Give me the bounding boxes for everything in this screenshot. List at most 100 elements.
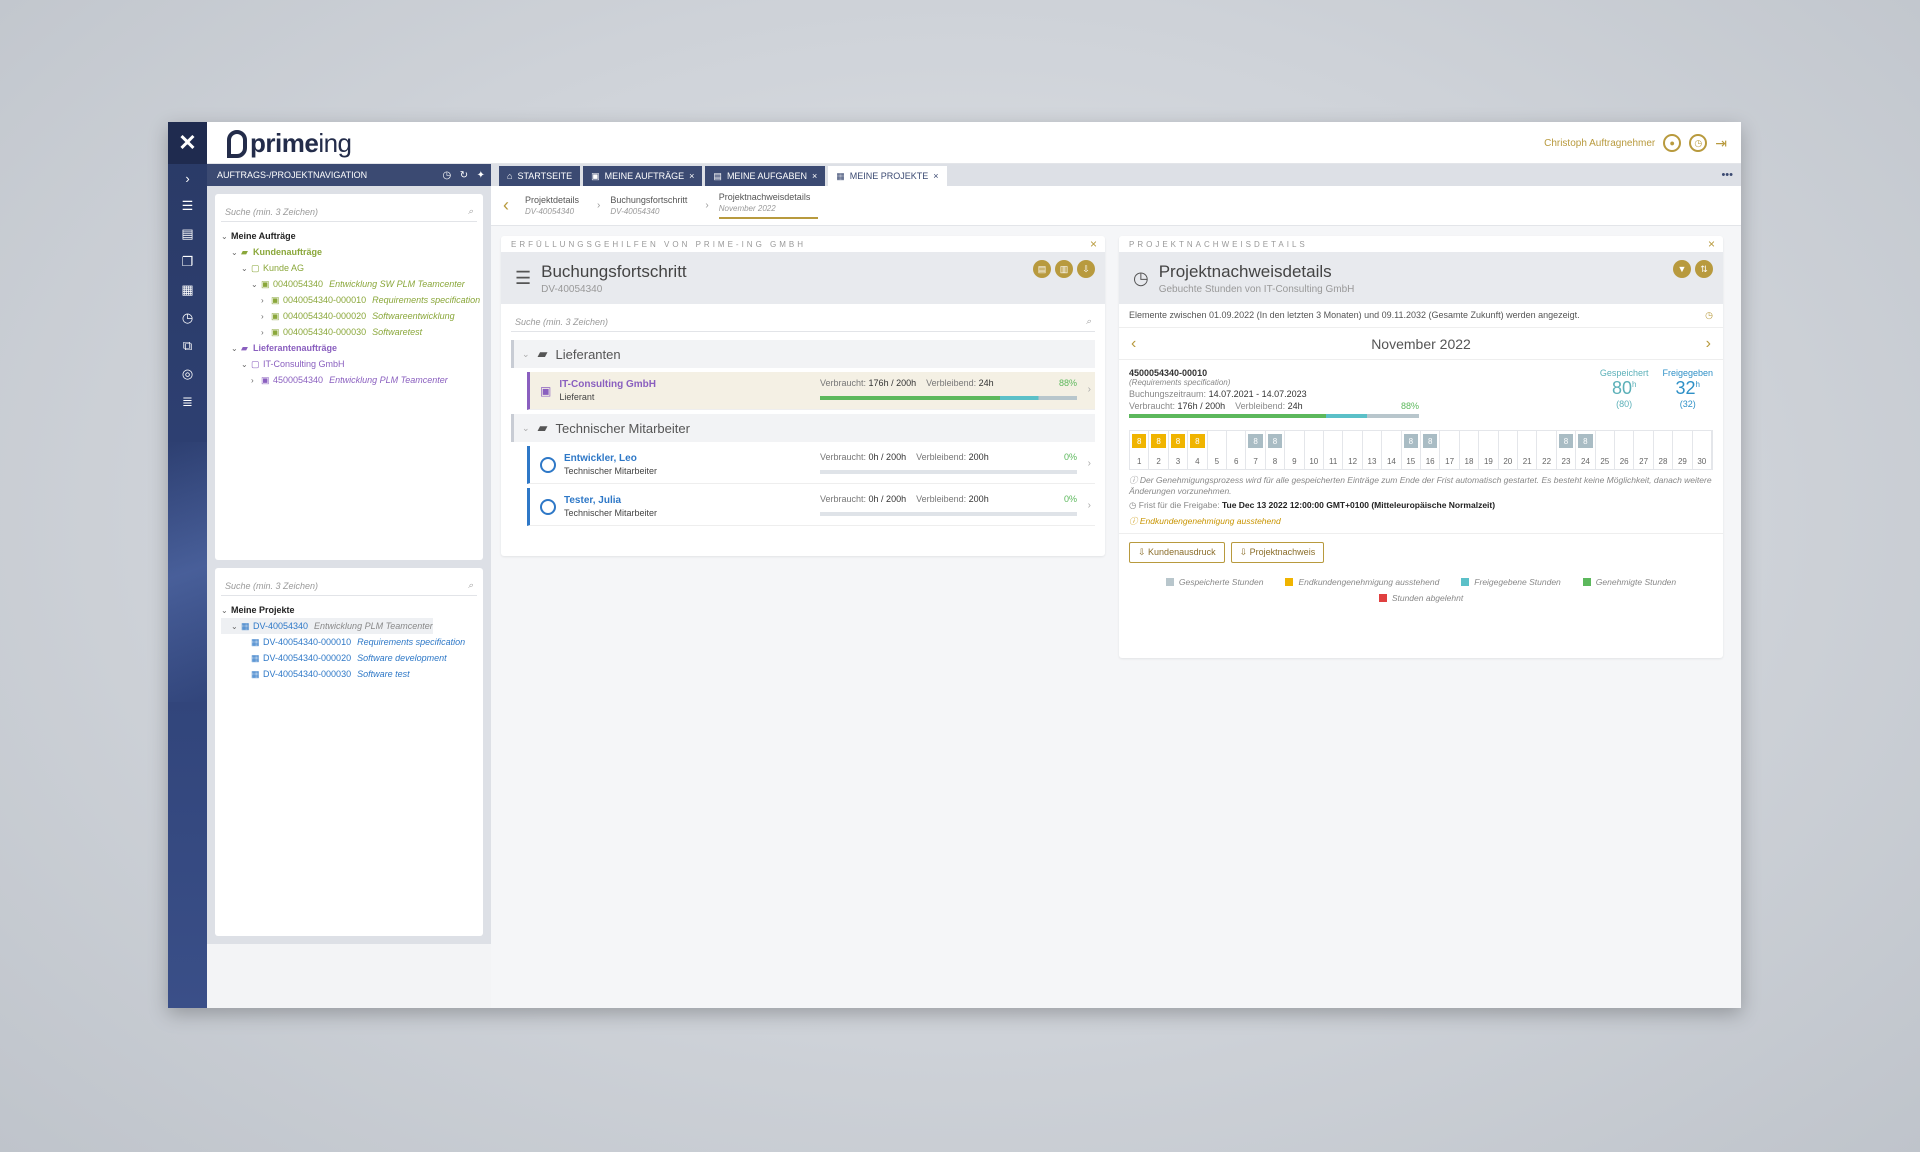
- building-icon: ▢: [251, 358, 260, 369]
- breadcrumb-item-current[interactable]: Projektnachweisdetails November 2022: [718, 192, 819, 219]
- chat-icon[interactable]: ☰: [168, 192, 207, 220]
- tree-node-project[interactable]: ⌄ ▦ DV-40054340 Entwicklung PLM Teamcenter: [221, 618, 433, 634]
- clock-icon[interactable]: ◷: [168, 304, 207, 332]
- calendar-day[interactable]: 14: [1382, 431, 1402, 469]
- tab-meine-auftraege[interactable]: ▣ MEINE AUFTRÄGE ×: [583, 166, 703, 186]
- sort-icon[interactable]: ⇅: [1695, 260, 1713, 278]
- tree-node-project-item[interactable]: ▦ DV-40054340-000020 Software development: [221, 650, 483, 666]
- download-icon[interactable]: ⇩: [1077, 260, 1095, 278]
- calendar-day[interactable]: 29: [1673, 431, 1693, 469]
- tab-startseite[interactable]: ⌂ STARTSEITE: [499, 166, 581, 186]
- tree-node-supplier-order[interactable]: › ▣ 4500054340 Entwicklung PLM Teamcenter: [221, 372, 483, 388]
- customer-print-button[interactable]: ⇩ Kundenausdruck: [1129, 542, 1225, 563]
- calendar-day[interactable]: 84: [1188, 431, 1208, 469]
- tab-meine-aufgaben[interactable]: ▤ MEINE AUFGABEN ×: [705, 166, 826, 186]
- tree-node-order-item[interactable]: › ▣ 0040054340-000010 Requirements specific…: [221, 292, 483, 308]
- tree-node-project-item[interactable]: ▦ DV-40054340-000010 Requirements specific…: [221, 634, 483, 650]
- time-filter-icon[interactable]: ◷: [1705, 310, 1713, 321]
- calendar-day[interactable]: 22: [1537, 431, 1557, 469]
- day-number: 18: [1464, 457, 1474, 466]
- calendar-day[interactable]: 30: [1693, 431, 1712, 469]
- close-icon[interactable]: ×: [1708, 237, 1715, 251]
- calendar-day[interactable]: 8 24: [1576, 431, 1596, 469]
- orders-search-input[interactable]: Suche (min. 3 Zeichen) ⌕: [221, 202, 477, 222]
- list-item-supplier[interactable]: ▣ IT-Consulting GmbH Lieferant Verbraucht…: [527, 372, 1095, 410]
- tasks-icon[interactable]: ≣: [168, 388, 207, 416]
- calendar-day[interactable]: 20: [1499, 431, 1518, 469]
- calendar-day[interactable]: 88: [1266, 431, 1286, 469]
- back-icon[interactable]: ‹: [503, 195, 509, 216]
- search-icon[interactable]: ⌕: [468, 580, 473, 591]
- calendar-day[interactable]: 87: [1246, 431, 1266, 469]
- tree-node-order[interactable]: ⌄ ▣ 0040054340 Entwicklung SW PLM Teamcente…: [221, 276, 483, 292]
- search-icon[interactable]: ⌕: [468, 206, 473, 217]
- more-tabs-icon[interactable]: •••: [1721, 169, 1741, 181]
- tree-node-supplier-orders[interactable]: ⌄ ▰ Lieferantenaufträge: [221, 340, 483, 356]
- filter-time-icon[interactable]: ◷: [442, 170, 451, 181]
- group-technical-staff[interactable]: ⌄ ▰ Technischer Mitarbeiter: [511, 414, 1095, 442]
- list-item-employee[interactable]: Tester, Julia Technischer Mitarbeiter Ver…: [527, 488, 1095, 526]
- refresh-icon[interactable]: ↻: [460, 170, 468, 181]
- project-proof-button[interactable]: ⇩ Projektnachweis: [1230, 542, 1325, 563]
- app-logo-icon[interactable]: ✕: [168, 122, 207, 164]
- tree-node-customer[interactable]: ⌄ ▢ Kunde AG: [221, 260, 483, 276]
- tree-node-customer-orders[interactable]: ⌄ ▰ Kundenaufträge: [221, 244, 483, 260]
- globe-icon[interactable]: ◎: [168, 360, 207, 388]
- calendar-day[interactable]: 13: [1363, 431, 1383, 469]
- calendar-day[interactable]: 26: [1615, 431, 1635, 469]
- calendar-day[interactable]: 25: [1596, 431, 1615, 469]
- tree-node-order-item[interactable]: › ▣ 0040054340-000030 Softwaretest: [221, 324, 483, 340]
- close-icon[interactable]: ×: [1090, 237, 1097, 251]
- calendar-day[interactable]: 6: [1227, 431, 1247, 469]
- group-suppliers[interactable]: ⌄ ▰ Lieferanten: [511, 340, 1095, 368]
- chevron-right-icon[interactable]: ›: [1706, 335, 1711, 353]
- projects-search-input[interactable]: Suche (min. 3 Zeichen) ⌕: [221, 576, 477, 596]
- user-icon[interactable]: ●: [1663, 134, 1682, 152]
- filter-icon[interactable]: ▼: [1673, 260, 1691, 278]
- calendar-day[interactable]: 5: [1208, 431, 1227, 469]
- calendar-day[interactable]: 9: [1285, 431, 1305, 469]
- time-settings-icon[interactable]: ◷: [1689, 134, 1708, 152]
- calendar-day[interactable]: 28: [1654, 431, 1674, 469]
- calendar-day[interactable]: 83: [1169, 431, 1189, 469]
- calendar-day[interactable]: 8 16: [1421, 431, 1441, 469]
- orders-tree-panel: Suche (min. 3 Zeichen) ⌕ ⌄ Meine Aufträge …: [215, 194, 483, 560]
- copy-icon[interactable]: ❐: [168, 248, 207, 276]
- calendar-day[interactable]: 82: [1149, 431, 1169, 469]
- list-item-employee[interactable]: Entwickler, Leo Technischer Mitarbeiter V…: [527, 446, 1095, 484]
- tree-node-supplier[interactable]: ⌄ ▢ IT-Consulting GmbH: [221, 356, 483, 372]
- expand-icon[interactable]: ›: [168, 164, 207, 192]
- calendar-day[interactable]: 19: [1479, 431, 1499, 469]
- booking-search-input[interactable]: Suche (min. 3 Zeichen) ⌕: [511, 312, 1095, 332]
- table-view-icon[interactable]: ▤: [1033, 260, 1051, 278]
- calendar-day[interactable]: 8 23: [1557, 431, 1577, 469]
- tree-node-my-projects[interactable]: ⌄ Meine Projekte: [221, 602, 483, 618]
- tree-node-order-item[interactable]: › ▣ 0040054340-000020 Softwareentwicklung: [221, 308, 483, 324]
- tab-meine-projekte[interactable]: ▦ MEINE PROJEKTE ×: [828, 166, 947, 186]
- calendar-day[interactable]: 11: [1324, 431, 1344, 469]
- calendar-day[interactable]: 81: [1130, 431, 1150, 469]
- breadcrumb-item[interactable]: Projektdetails DV-40054340: [525, 195, 587, 216]
- print-icon[interactable]: ▥: [1055, 260, 1073, 278]
- grid-icon[interactable]: ▦: [168, 276, 207, 304]
- list-icon[interactable]: ▤: [168, 220, 207, 248]
- user-name[interactable]: Christoph Auftragnehmer: [1544, 138, 1655, 149]
- tree-node-project-item[interactable]: ▦ DV-40054340-000030 Software test: [221, 666, 483, 682]
- close-icon[interactable]: ×: [933, 171, 938, 181]
- close-icon[interactable]: ×: [689, 171, 694, 181]
- breadcrumb-item[interactable]: Buchungsfortschritt DV-40054340: [610, 195, 695, 216]
- logout-icon[interactable]: ⇥: [1715, 135, 1727, 152]
- tree-node-my-orders[interactable]: ⌄ Meine Aufträge: [221, 228, 483, 244]
- chevron-left-icon[interactable]: ‹: [1131, 335, 1136, 353]
- pin-icon[interactable]: ✦: [477, 170, 485, 181]
- search-icon[interactable]: ⌕: [1086, 316, 1091, 327]
- calendar-day[interactable]: 12: [1343, 431, 1363, 469]
- calendar-day[interactable]: 10: [1305, 431, 1324, 469]
- close-icon[interactable]: ×: [812, 171, 817, 181]
- calendar-day[interactable]: 21: [1518, 431, 1538, 469]
- calendar-day[interactable]: 18: [1460, 431, 1480, 469]
- calendar-day[interactable]: 27: [1634, 431, 1654, 469]
- calendar-day[interactable]: 17: [1440, 431, 1460, 469]
- documents-icon[interactable]: ⧉: [168, 332, 207, 360]
- calendar-day[interactable]: 8 15: [1402, 431, 1421, 469]
